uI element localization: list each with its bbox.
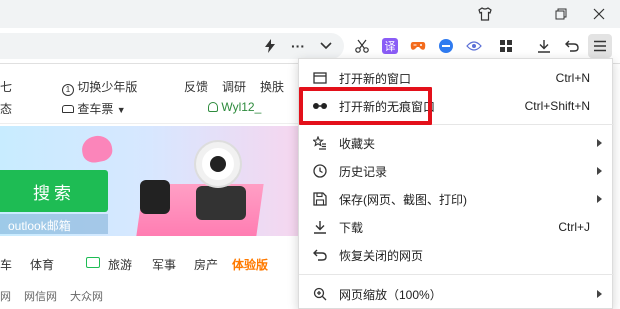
clock-icon xyxy=(311,162,329,180)
menu-item-history[interactable]: 历史记录 xyxy=(299,157,614,185)
more-icon[interactable]: ··· xyxy=(286,34,310,58)
menu-item-downloads[interactable]: 下载 Ctrl+J xyxy=(299,213,614,241)
submenu-arrow-icon xyxy=(597,290,602,298)
chevron-down-icon[interactable] xyxy=(314,34,338,58)
outlook-link[interactable]: outlook邮箱 xyxy=(8,217,71,234)
download-icon xyxy=(311,218,329,236)
eye-icon[interactable] xyxy=(462,34,486,58)
menu-item-reopen-closed[interactable]: 恢复关闭的网页 xyxy=(299,241,614,269)
travel-icon xyxy=(86,256,100,270)
menu-item-label: 恢复关闭的网页 xyxy=(339,248,424,263)
nav-item-beta[interactable]: 体验版 xyxy=(232,256,268,273)
scissors-icon[interactable] xyxy=(350,34,374,58)
menu-item-shortcut: Ctrl+J xyxy=(558,220,590,234)
top-links: 七 态 1 切换少年版 查车票 ▼ 反馈 调研 换肤 Wyl12_ xyxy=(0,64,300,124)
nav-item-travel[interactable]: 旅游 xyxy=(108,256,132,273)
translate-icon[interactable]: 译 xyxy=(378,34,402,58)
menu-item-save[interactable]: 保存(网页、截图、打印) xyxy=(299,185,614,213)
nav-item-military[interactable]: 军事 xyxy=(152,256,176,273)
translate-label: 译 xyxy=(382,38,398,54)
search-button[interactable]: 搜索 xyxy=(0,170,108,212)
bottom-links: 网 网信网 大众网 xyxy=(0,284,300,304)
grid-icon[interactable] xyxy=(494,34,518,58)
undo-icon[interactable] xyxy=(560,34,584,58)
zoom-icon xyxy=(311,285,329,303)
nav-item-realestate[interactable]: 房产 xyxy=(194,256,218,273)
menu-icon[interactable] xyxy=(588,34,612,58)
smartwatch-image xyxy=(140,180,170,214)
user-link[interactable]: Wyl12_ xyxy=(208,100,261,114)
menu-item-shortcut: Ctrl+N xyxy=(555,71,590,85)
teen-mode-label: 切换少年版 xyxy=(77,80,138,94)
restore-icon[interactable] xyxy=(546,0,576,28)
car-market-label: 查车票 xyxy=(77,102,114,116)
camera-lens xyxy=(210,156,226,172)
window-icon xyxy=(311,69,329,87)
chat-icon[interactable] xyxy=(434,34,458,58)
restore-tab-icon xyxy=(311,246,329,264)
submenu-arrow-icon xyxy=(597,195,602,203)
category-nav: 车 体育 旅游 军事 房产 体验版 xyxy=(0,252,300,276)
nav-item-car[interactable]: 车 xyxy=(0,256,12,273)
download-icon[interactable] xyxy=(532,34,556,58)
bottom-link-3[interactable]: 大众网 xyxy=(70,288,103,304)
lightning-icon[interactable] xyxy=(258,34,282,58)
menu-separator xyxy=(299,274,614,275)
top-link-partial-1[interactable]: 七 xyxy=(0,78,12,95)
highlight-box xyxy=(299,87,432,125)
submenu-arrow-icon xyxy=(597,139,602,147)
menu-item-favorites[interactable]: 收藏夹 xyxy=(299,129,614,157)
bottom-link-2[interactable]: 网信网 xyxy=(24,288,57,304)
shirt-icon[interactable] xyxy=(470,0,500,28)
top-link-partial-2[interactable]: 态 xyxy=(0,100,12,117)
survey-link[interactable]: 调研 xyxy=(222,78,246,95)
title-bar xyxy=(0,0,620,28)
menu-item-label: 历史记录 xyxy=(339,164,388,179)
chevron-down-icon: ▼ xyxy=(116,105,126,115)
close-icon[interactable] xyxy=(584,0,614,28)
teen-mode-link[interactable]: 1 切换少年版 xyxy=(62,78,137,96)
bottom-link-1[interactable]: 网 xyxy=(0,288,11,304)
menu-item-label: 收藏夹 xyxy=(339,136,376,151)
menu-item-label: 打开新的窗口 xyxy=(339,71,412,86)
skin-link[interactable]: 换肤 xyxy=(260,78,284,95)
menu-item-label: 保存(网页、截图、打印) xyxy=(339,192,467,207)
device-image xyxy=(196,186,246,220)
user-icon xyxy=(208,102,218,112)
submenu-arrow-icon xyxy=(597,167,602,175)
car-icon xyxy=(62,105,74,113)
teen-mode-icon: 1 xyxy=(62,84,74,96)
menu-item-label: 下载 xyxy=(339,220,364,235)
car-market-link[interactable]: 查车票 ▼ xyxy=(62,100,126,117)
menu-item-label: 网页缩放（100%） xyxy=(339,287,442,302)
feedback-link[interactable]: 反馈 xyxy=(184,78,208,95)
save-icon xyxy=(311,190,329,208)
web-page: 七 态 1 切换少年版 查车票 ▼ 反馈 调研 换肤 Wyl12_ 搜索 out… xyxy=(0,64,300,309)
game-icon[interactable] xyxy=(406,34,430,58)
menu-item-shortcut: Ctrl+Shift+N xyxy=(524,99,590,113)
menu-item-zoom[interactable]: 网页缩放（100%） xyxy=(299,280,614,308)
star-list-icon xyxy=(311,134,329,152)
username: Wyl12_ xyxy=(221,100,262,114)
nav-item-sports[interactable]: 体育 xyxy=(30,256,54,273)
